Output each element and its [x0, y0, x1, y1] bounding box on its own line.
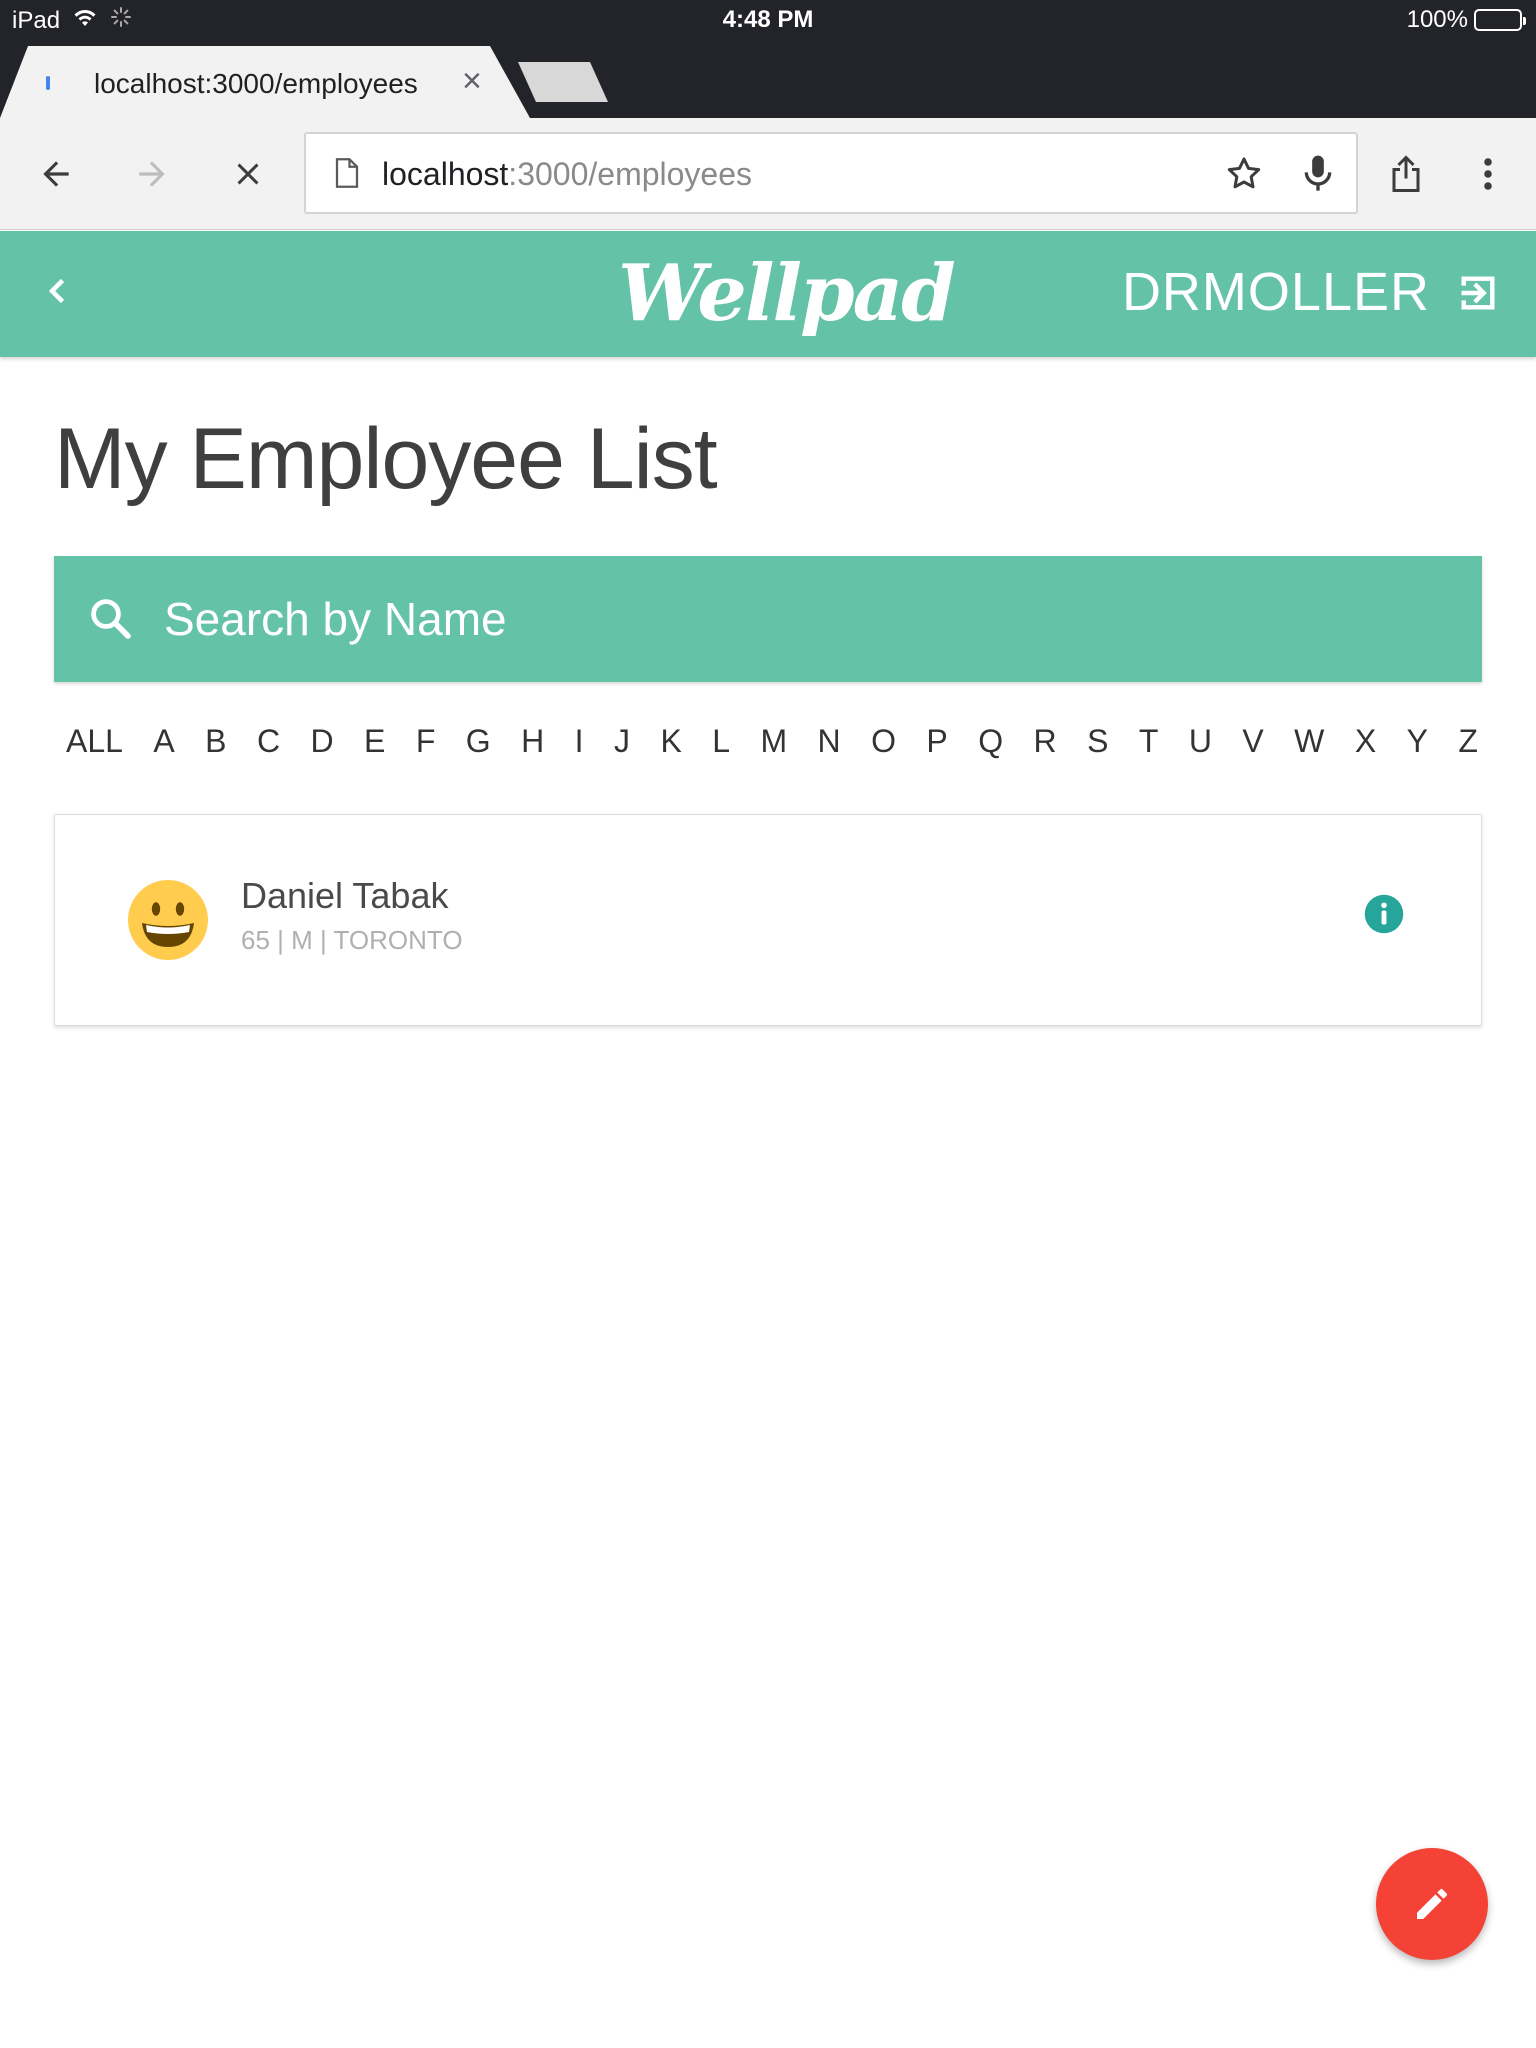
- back-button[interactable]: [32, 150, 80, 198]
- search-icon: [86, 594, 134, 647]
- chevron-left-icon[interactable]: [40, 273, 76, 314]
- alphabet-filter: ALL A B C D E F G H I J K L M N O P Q R S T U V W X Y Z: [62, 716, 1482, 766]
- alphabet-filter-x[interactable]: X: [1351, 723, 1380, 760]
- battery-icon: [1474, 9, 1526, 31]
- alphabet-filter-c[interactable]: C: [253, 723, 284, 760]
- alphabet-filter-n[interactable]: N: [814, 723, 845, 760]
- alphabet-filter-o[interactable]: O: [867, 723, 900, 760]
- pencil-icon: [1417, 1888, 1448, 1919]
- url-host: localhost: [382, 156, 509, 192]
- share-button[interactable]: [1382, 150, 1430, 198]
- tab-title: localhost:3000/employees: [94, 68, 418, 99]
- app-header: Wellpad DRMOLLER: [0, 231, 1536, 357]
- tab-close-icon[interactable]: ×: [462, 64, 482, 98]
- url-text: localhost:3000/employees: [382, 156, 752, 193]
- tab-strip: localhost:3000/employees ×: [0, 40, 1536, 118]
- bookmark-star-icon[interactable]: [1224, 154, 1264, 199]
- alphabet-filter-q[interactable]: Q: [974, 723, 1007, 760]
- edit-fab-button[interactable]: [1376, 1848, 1488, 1960]
- status-bar-right: 100%: [1406, 6, 1526, 34]
- employee-card[interactable]: Daniel Tabak 65 | M | TORONTO: [54, 814, 1482, 1026]
- alphabet-filter-w[interactable]: W: [1290, 723, 1328, 760]
- browser-toolbar: localhost:3000/employees: [0, 118, 1536, 230]
- alphabet-filter-u[interactable]: U: [1185, 723, 1216, 760]
- alphabet-filter-a[interactable]: A: [149, 723, 178, 760]
- alphabet-filter-v[interactable]: V: [1238, 723, 1267, 760]
- alphabet-filter-all[interactable]: ALL: [62, 723, 127, 760]
- menu-button[interactable]: [1464, 150, 1512, 198]
- more-vert-icon: [1484, 158, 1492, 190]
- status-bar: iPad 4:48 PM 100%: [0, 0, 1536, 40]
- arrow-right-icon: [139, 161, 165, 187]
- alphabet-filter-s[interactable]: S: [1083, 723, 1112, 760]
- alphabet-filter-m[interactable]: M: [756, 723, 791, 760]
- alphabet-filter-f[interactable]: F: [412, 723, 440, 760]
- grinning-face-emoji-icon: [127, 879, 209, 961]
- status-time: 4:48 PM: [722, 6, 814, 33]
- alphabet-filter-z[interactable]: Z: [1454, 723, 1482, 760]
- alphabet-filter-g[interactable]: G: [462, 723, 495, 760]
- share-icon: [1392, 155, 1420, 192]
- loading-favicon-icon: [46, 76, 50, 90]
- alphabet-filter-t[interactable]: T: [1135, 723, 1163, 760]
- alphabet-filter-p[interactable]: P: [922, 723, 951, 760]
- wellpad-logo[interactable]: Wellpad: [618, 239, 956, 349]
- search-bar[interactable]: [54, 556, 1482, 682]
- search-input[interactable]: [164, 584, 1444, 654]
- stop-loading-button[interactable]: [224, 150, 272, 198]
- logout-icon[interactable]: [1456, 271, 1500, 320]
- employee-name: Daniel Tabak: [241, 875, 449, 916]
- battery-percent: 100%: [1406, 6, 1468, 33]
- url-path: :3000/employees: [508, 156, 753, 192]
- alphabet-filter-l[interactable]: L: [708, 723, 734, 760]
- new-tab-button[interactable]: [518, 62, 608, 102]
- alphabet-filter-h[interactable]: H: [517, 723, 548, 760]
- microphone-icon[interactable]: [1298, 152, 1338, 201]
- employee-details: 65 | M | TORONTO: [241, 925, 463, 955]
- forward-button[interactable]: [128, 150, 176, 198]
- alphabet-filter-r[interactable]: R: [1030, 723, 1061, 760]
- alphabet-filter-i[interactable]: I: [571, 723, 588, 760]
- alphabet-filter-d[interactable]: D: [306, 723, 337, 760]
- info-icon[interactable]: [1363, 893, 1405, 935]
- arrow-left-icon: [43, 161, 69, 187]
- alphabet-filter-b[interactable]: B: [201, 723, 230, 760]
- close-icon: [237, 163, 259, 185]
- alphabet-filter-y[interactable]: Y: [1403, 723, 1432, 760]
- alphabet-filter-e[interactable]: E: [360, 723, 389, 760]
- alphabet-filter-k[interactable]: K: [656, 723, 685, 760]
- alphabet-filter-j[interactable]: J: [610, 723, 634, 760]
- page-icon: [334, 158, 360, 193]
- screen: iPad 4:48 PM 100% localhost:3000/employe…: [0, 0, 1536, 2048]
- username-label[interactable]: DRMOLLER: [1122, 261, 1430, 323]
- tab-employees[interactable]: localhost:3000/employees ×: [0, 46, 530, 118]
- page-title: My Employee List: [54, 411, 718, 507]
- address-bar[interactable]: localhost:3000/employees: [304, 132, 1358, 214]
